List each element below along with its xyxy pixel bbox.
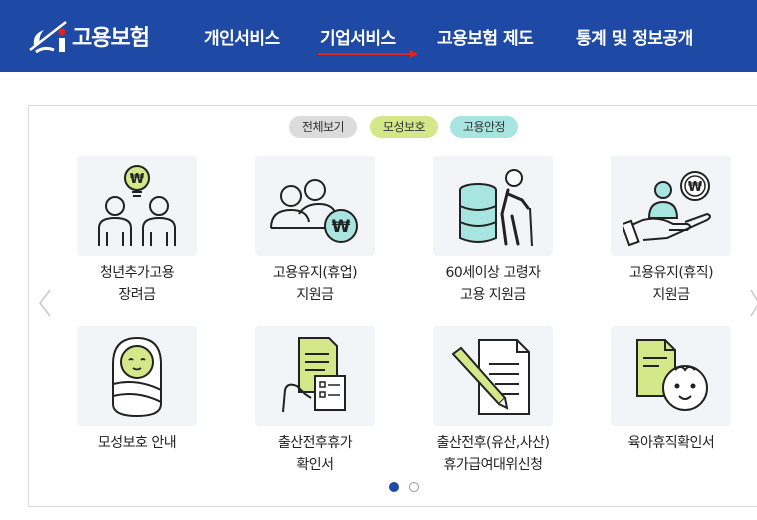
- top-header: 고용보험 개인서비스 기업서비스 고용보험 제도 통계 및 정보공개: [0, 0, 757, 72]
- chevron-left-icon[interactable]: [38, 288, 52, 318]
- carousel-dot-2[interactable]: [409, 482, 419, 492]
- svg-text:₩: ₩: [688, 180, 703, 195]
- chevron-right-icon[interactable]: [749, 288, 757, 318]
- card-senior-employment[interactable]: 60세이상 고령자 고용 지원금: [413, 156, 573, 306]
- nav-insurance-system[interactable]: 고용보험 제도: [437, 24, 534, 49]
- card-title-line1: 육아휴직확인서: [627, 435, 715, 451]
- card-title-line2: 확인서: [296, 457, 334, 473]
- logo-mark-icon: [29, 21, 67, 54]
- card-tile: ₩: [77, 156, 197, 256]
- card-caption: 출산전후(유산,사산) 휴가급여대위신청: [413, 432, 573, 476]
- card-caption: 고용유지(휴업) 지원금: [235, 262, 395, 306]
- card-title-line1: 출산전후휴가: [277, 435, 353, 451]
- card-caption: 육아휴직확인서: [591, 432, 751, 454]
- people-won-icon: ₩: [270, 179, 358, 243]
- logo-text: 고용보험: [72, 26, 150, 51]
- card-tile: ₩: [611, 156, 731, 256]
- card-title-line2: 장려금: [118, 287, 156, 303]
- young-people-idea-icon: ₩: [98, 165, 176, 246]
- card-title-line1: 모성보호 안내: [97, 435, 177, 451]
- svg-text:₩: ₩: [130, 172, 145, 187]
- card-tile: [77, 326, 197, 426]
- card-maternity-guide[interactable]: 모성보호 안내: [57, 326, 217, 476]
- svg-text:₩: ₩: [332, 217, 351, 237]
- nav-statistics-info[interactable]: 통계 및 정보공개: [576, 24, 693, 49]
- card-tile: [433, 156, 553, 256]
- filter-employment-stability[interactable]: 고용안정: [450, 116, 518, 138]
- card-childcare-leave-confirmation[interactable]: 육아휴직확인서: [591, 326, 751, 476]
- card-title-line2: 지원금: [652, 287, 690, 303]
- nav-personal-services[interactable]: 개인서비스: [204, 24, 280, 49]
- card-caption: 60세이상 고령자 고용 지원금: [413, 262, 573, 306]
- filter-maternity[interactable]: 모성보호: [370, 116, 438, 138]
- carousel-dot-1[interactable]: [389, 482, 399, 492]
- hand-person-won-icon: ₩: [623, 171, 711, 247]
- document-pen-icon: [451, 339, 530, 415]
- nav-active-indicator: [318, 50, 418, 58]
- card-title-line1: 고용유지(휴업): [272, 265, 358, 281]
- logo[interactable]: 고용보험: [28, 14, 150, 58]
- filter-all[interactable]: 전체보기: [289, 116, 357, 138]
- card-title-line1: 출산전후(유산,사산): [436, 435, 550, 451]
- documents-hand-icon: [282, 337, 346, 413]
- card-title-line2: 고용 지원금: [460, 287, 526, 303]
- card-title-line2: 휴가급여대위신청: [443, 457, 543, 473]
- card-title-line1: 청년추가고용: [99, 265, 175, 281]
- card-maternity-benefit-claim[interactable]: 출산전후(유산,사산) 휴가급여대위신청: [413, 326, 573, 476]
- card-caption: 청년추가고용 장려금: [57, 262, 217, 306]
- card-title-line1: 60세이상 고령자: [445, 265, 541, 281]
- filter-tabs: 전체보기 모성보호 고용안정: [0, 116, 757, 138]
- card-maternity-leave-confirmation[interactable]: 출산전후휴가 확인서: [235, 326, 395, 476]
- card-tile: ₩: [255, 156, 375, 256]
- card-caption: 모성보호 안내: [57, 432, 217, 454]
- card-employment-retention-absence[interactable]: ₩ 고용유지(휴직) 지원금: [591, 156, 751, 306]
- card-title-line2: 지원금: [296, 287, 334, 303]
- baby-document-icon: [636, 339, 708, 411]
- card-youth-hiring[interactable]: ₩ 청년추가고용 장려금: [57, 156, 217, 306]
- card-title-line1: 고용유지(휴직): [628, 265, 714, 281]
- card-caption: 출산전후휴가 확인서: [235, 432, 395, 476]
- swaddled-baby-icon: [112, 336, 162, 418]
- card-employment-retention-leave[interactable]: ₩ 고용유지(휴업) 지원금: [235, 156, 395, 306]
- elderly-database-icon: [459, 169, 533, 247]
- card-tile: [255, 326, 375, 426]
- card-tile: [611, 326, 731, 426]
- card-caption: 고용유지(휴직) 지원금: [591, 262, 751, 306]
- nav-business-services[interactable]: 기업서비스: [320, 24, 396, 49]
- card-tile: [433, 326, 553, 426]
